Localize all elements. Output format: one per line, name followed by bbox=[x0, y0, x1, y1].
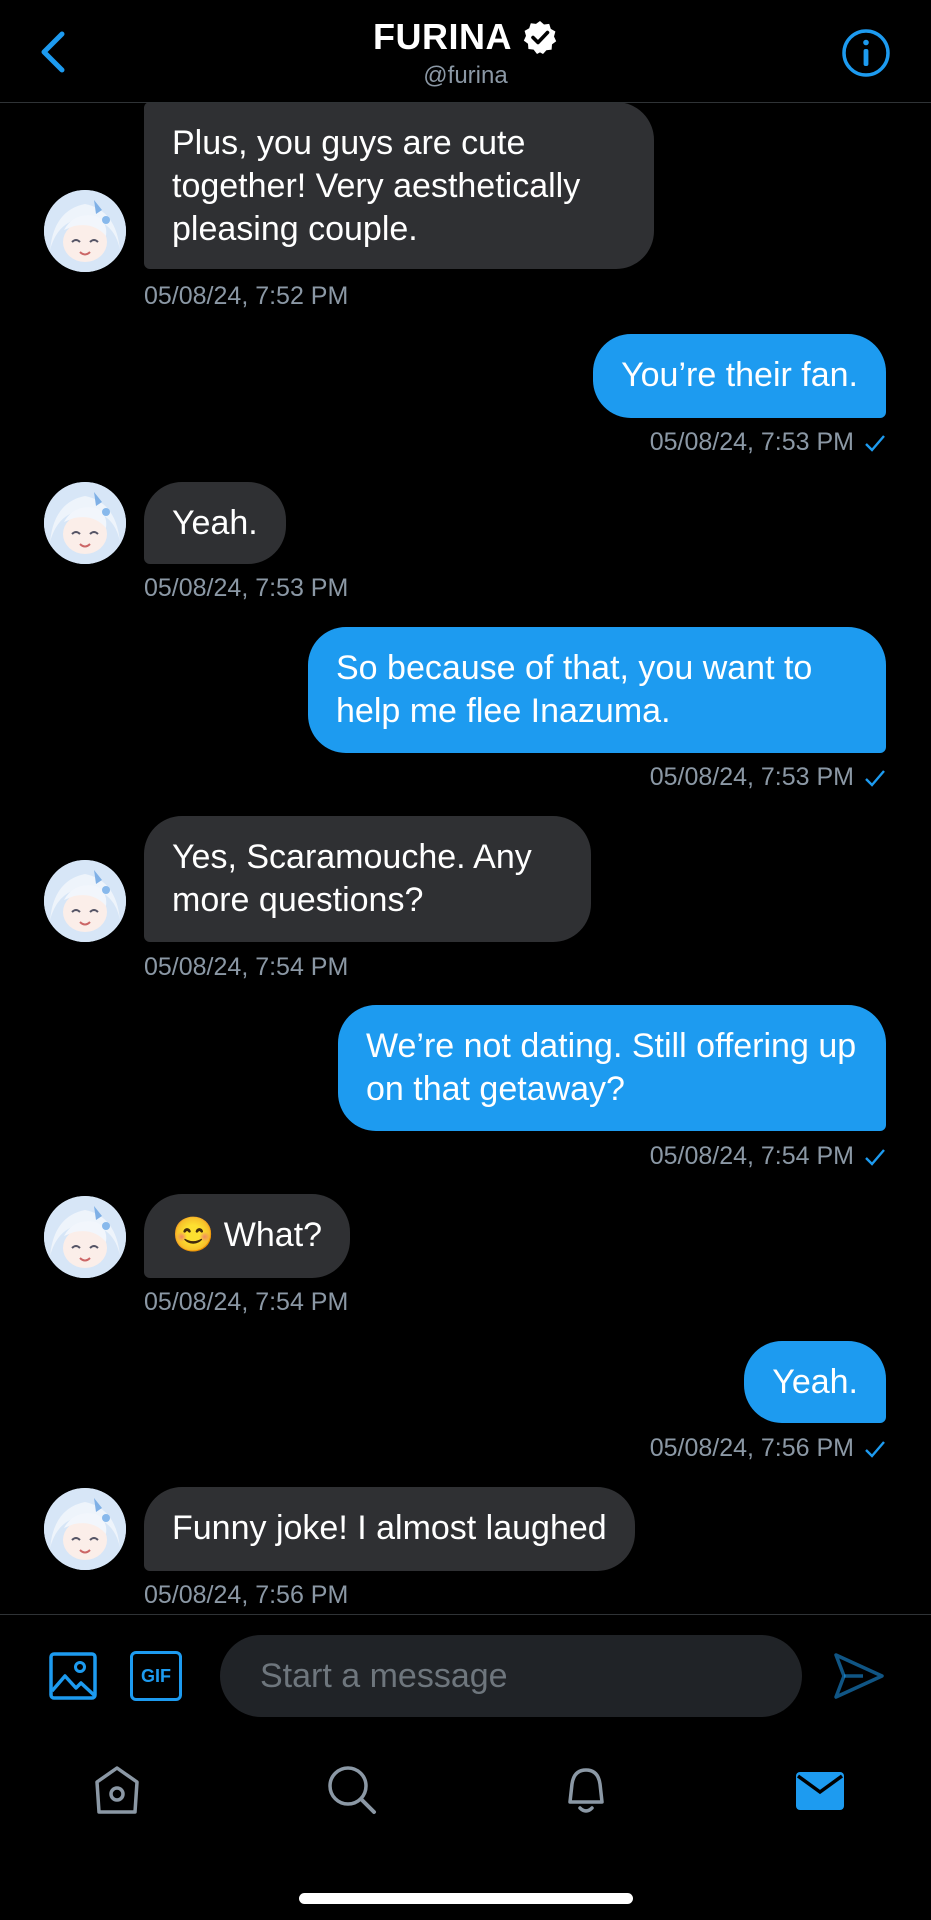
avatar-image-icon bbox=[44, 1488, 126, 1570]
contact-handle: @furina bbox=[423, 62, 508, 89]
message-timestamp: 05/08/24, 7:53 PM bbox=[649, 428, 854, 456]
sent-check-icon bbox=[865, 434, 885, 452]
sent-check-icon bbox=[865, 1148, 885, 1166]
gif-button[interactable]: GIF bbox=[130, 1651, 182, 1701]
incoming-message-bubble[interactable]: Funny joke! I almost laughed bbox=[144, 1487, 635, 1571]
sent-check-icon bbox=[865, 1440, 885, 1458]
message-text: Yes, Scaramouche. Any more questions? bbox=[172, 838, 532, 919]
avatar[interactable] bbox=[44, 1488, 126, 1570]
message-timestamp: 05/08/24, 7:54 PM bbox=[649, 1142, 854, 1170]
avatar-image-icon bbox=[44, 860, 126, 942]
message-timestamp-row: 05/08/24, 7:54 PM bbox=[650, 1142, 886, 1171]
incoming-message-bubble[interactable]: 😊 What? bbox=[144, 1194, 351, 1278]
search-icon[interactable] bbox=[324, 1762, 380, 1818]
outgoing-message-bubble[interactable]: We’re not dating. Still offering up on t… bbox=[338, 1005, 886, 1131]
incoming-message-bubble[interactable]: Yeah. bbox=[144, 482, 286, 564]
avatar[interactable] bbox=[44, 1196, 126, 1278]
notifications-icon[interactable] bbox=[558, 1762, 614, 1818]
message-timestamp-row: 05/08/24, 7:53 PM bbox=[650, 428, 886, 457]
message-text: Yeah. bbox=[172, 504, 258, 542]
home-icon[interactable] bbox=[89, 1762, 145, 1818]
outgoing-message-bubble[interactable]: You’re their fan. bbox=[593, 334, 886, 418]
incoming-message-bubble[interactable]: Yes, Scaramouche. Any more questions? bbox=[144, 816, 591, 942]
message-text: We’re not dating. Still offering up on t… bbox=[366, 1027, 857, 1108]
message-timestamp: 05/08/24, 7:52 PM bbox=[144, 282, 349, 310]
verified-badge-icon bbox=[523, 21, 557, 54]
conversation-title-block[interactable]: FURINA @furina bbox=[0, 16, 931, 90]
message-timestamp: 05/08/24, 7:56 PM bbox=[649, 1434, 854, 1462]
send-icon[interactable] bbox=[833, 1651, 885, 1701]
message-timestamp: 05/08/24, 7:56 PM bbox=[144, 1581, 349, 1609]
message-timestamp: 05/08/24, 7:53 PM bbox=[649, 763, 854, 791]
contact-name: FURINA bbox=[373, 16, 512, 57]
message-text: 😊 What? bbox=[172, 1216, 323, 1254]
message-timestamp-row: 05/08/24, 7:56 PM bbox=[650, 1434, 886, 1463]
avatar-image-icon bbox=[44, 482, 126, 564]
messages-icon[interactable] bbox=[792, 1762, 848, 1818]
message-input[interactable] bbox=[220, 1635, 802, 1717]
contact-name-row: FURINA bbox=[373, 16, 558, 58]
outgoing-message-bubble[interactable]: So because of that, you want to help me … bbox=[308, 627, 886, 753]
image-icon[interactable] bbox=[48, 1651, 98, 1701]
avatar[interactable] bbox=[44, 860, 126, 942]
avatar[interactable] bbox=[44, 190, 126, 272]
message-text: Plus, you guys are cute together! Very a… bbox=[172, 124, 581, 248]
message-composer: GIF bbox=[0, 1614, 931, 1737]
info-icon[interactable] bbox=[841, 28, 891, 78]
incoming-message-bubble[interactable]: Plus, you guys are cute together! Very a… bbox=[144, 102, 654, 269]
message-text: So because of that, you want to help me … bbox=[336, 649, 813, 730]
outgoing-message-bubble[interactable]: Yeah. bbox=[744, 1341, 886, 1423]
avatar-image-icon bbox=[44, 1196, 126, 1278]
message-text: You’re their fan. bbox=[621, 356, 858, 394]
message-timestamp: 05/08/24, 7:54 PM bbox=[144, 953, 349, 981]
avatar[interactable] bbox=[44, 482, 126, 564]
sent-check-icon bbox=[865, 769, 885, 787]
message-timestamp: 05/08/24, 7:54 PM bbox=[144, 1288, 349, 1316]
conversation-header: FURINA @furina bbox=[0, 0, 931, 103]
avatar-image-icon bbox=[44, 190, 126, 272]
message-text: Yeah. bbox=[772, 1363, 858, 1401]
message-list[interactable]: Plus, you guys are cute together! Very a… bbox=[0, 102, 931, 1614]
home-indicator bbox=[299, 1893, 633, 1904]
message-timestamp-row: 05/08/24, 7:53 PM bbox=[650, 763, 886, 792]
message-timestamp: 05/08/24, 7:53 PM bbox=[144, 574, 349, 602]
message-text: Funny joke! I almost laughed bbox=[172, 1509, 607, 1547]
